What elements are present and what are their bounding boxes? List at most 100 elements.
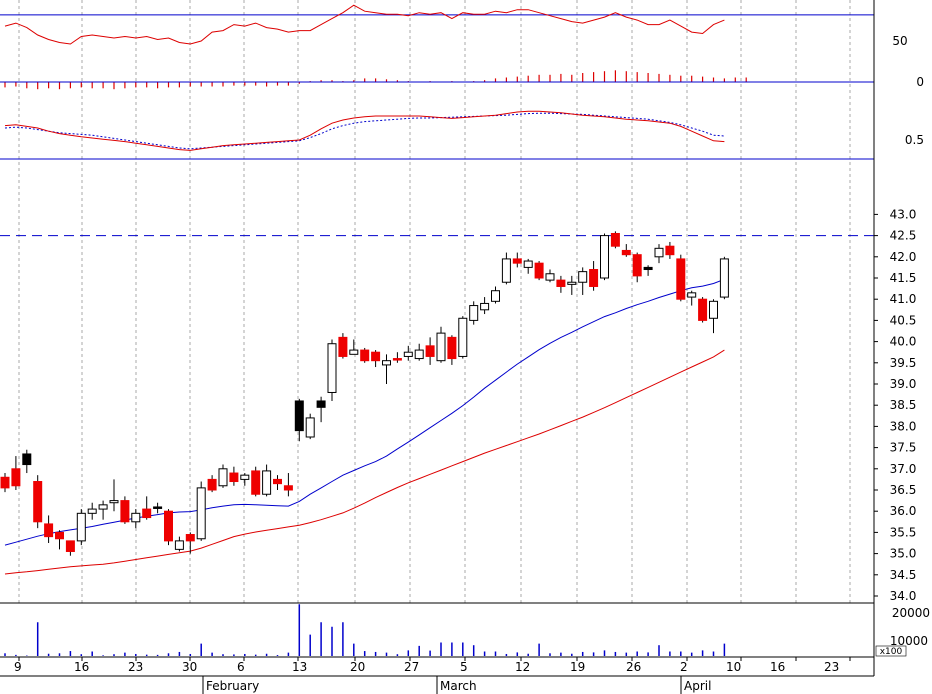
candle-body	[33, 481, 43, 523]
candle-body	[55, 531, 64, 540]
volume-unit-label: x100	[880, 647, 903, 657]
candlestick	[98, 500, 108, 520]
candlestick	[687, 290, 697, 306]
candlestick	[229, 466, 239, 486]
candlestick	[610, 231, 620, 249]
candle-body	[436, 332, 446, 362]
candlestick	[327, 339, 337, 401]
candlestick	[262, 464, 272, 497]
candle-body	[305, 417, 315, 438]
candlestick	[0, 473, 10, 493]
day-tick-label: 6	[237, 660, 245, 674]
moving-average-short-line	[4, 278, 725, 546]
candlestick	[240, 473, 250, 486]
candlestick	[676, 254, 686, 302]
candle-body	[283, 485, 293, 491]
day-tick-label: 16	[770, 660, 785, 674]
candlestick	[643, 265, 653, 276]
candlestick	[709, 299, 718, 334]
candle-body	[545, 273, 555, 281]
day-tick-label: 9	[14, 660, 22, 674]
candle-body	[654, 247, 664, 258]
candle-body	[185, 534, 195, 542]
price-tick-label: 37.0	[890, 462, 917, 476]
candle-body	[403, 351, 413, 357]
volume-panel	[4, 604, 726, 656]
day-tick-label: 2	[680, 660, 688, 674]
candlestick	[719, 256, 729, 300]
candlestick	[218, 464, 228, 488]
candle-body	[458, 317, 468, 357]
candlestick	[33, 475, 43, 529]
candle-body	[501, 258, 511, 283]
candle-body	[425, 345, 435, 357]
candle-body	[676, 258, 686, 300]
candlestick	[665, 241, 675, 259]
candlestick	[65, 540, 75, 556]
y-axis-labels: 50 0 0.5 34.0 34.5 35.0 35.5 36.0 36.5 37.0 37.5 38…	[874, 34, 930, 657]
candle-body	[643, 266, 653, 271]
day-tick-label: 26	[626, 660, 641, 674]
candlestick	[382, 354, 391, 384]
month-label: April	[684, 679, 711, 693]
candlestick	[578, 267, 588, 295]
candlestick	[305, 413, 315, 440]
day-tick-label: 23	[824, 660, 839, 674]
candlestick	[556, 275, 566, 293]
candle-body	[142, 508, 152, 519]
moving-average-long-line	[4, 349, 725, 575]
candle-body	[709, 300, 718, 319]
candle-body	[196, 487, 206, 540]
candle-body	[698, 298, 708, 321]
day-tick-label: 19	[570, 660, 585, 674]
indicator-panel	[0, 110, 874, 160]
candle-body	[120, 500, 130, 523]
price-tick-label: 43.0	[890, 207, 917, 221]
candlestick	[120, 496, 130, 524]
day-tick-label: 5	[460, 660, 468, 674]
candle-body	[109, 500, 119, 504]
candle-body	[87, 508, 97, 514]
price-tick-label: 42.0	[890, 250, 917, 264]
candle-body	[523, 260, 533, 268]
candlestick	[621, 244, 631, 257]
price-tick-label: 39.5	[890, 356, 917, 370]
candlestick	[153, 502, 163, 514]
price-tick-label: 36.5	[890, 483, 917, 497]
candle-body	[11, 468, 21, 487]
candlestick	[174, 536, 184, 552]
month-label: March	[440, 679, 477, 693]
candlestick	[534, 261, 544, 281]
candle-body	[392, 358, 402, 361]
candlestick	[131, 509, 141, 529]
candle-body	[621, 249, 631, 256]
price-panel	[0, 231, 874, 575]
candlestick	[316, 396, 326, 423]
histogram-tick-label: 0	[916, 75, 924, 89]
candle-body	[589, 269, 599, 287]
price-tick-label: 37.5	[890, 441, 917, 455]
candlestick	[392, 352, 402, 363]
candlestick	[338, 333, 348, 359]
candle-body	[251, 470, 261, 495]
candle-body	[240, 474, 250, 480]
candlestick	[654, 244, 664, 264]
candle-body	[229, 472, 239, 483]
stock-chart: 50 0 0.5 34.0 34.5 35.0 35.5 36.0 36.5 37.0 37.5 38…	[0, 0, 930, 694]
candle-body	[382, 360, 391, 366]
oscillator-line	[4, 4, 725, 45]
price-tick-label: 38.5	[890, 398, 917, 412]
price-tick-label: 36.0	[890, 504, 917, 518]
month-label: February	[206, 679, 259, 693]
candle-body	[76, 512, 86, 542]
candle-body	[512, 258, 522, 264]
candle-body	[687, 292, 697, 298]
day-tick-label: 23	[128, 660, 143, 674]
candle-body	[327, 343, 337, 393]
candlestick	[447, 335, 457, 365]
candle-body	[164, 510, 173, 542]
candle-body	[534, 262, 544, 279]
candle-body	[469, 305, 479, 321]
candlestick	[469, 301, 479, 325]
candle-body	[665, 245, 675, 256]
